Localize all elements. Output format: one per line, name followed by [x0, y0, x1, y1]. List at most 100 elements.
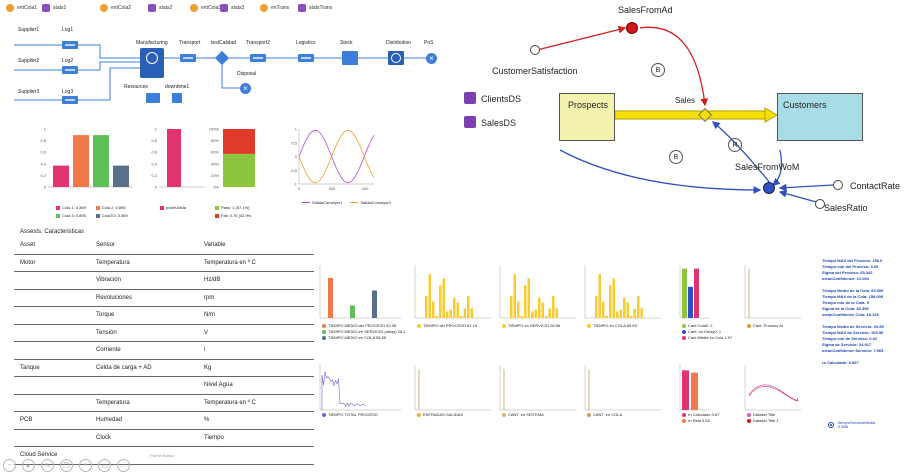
pass-fail-chart: 100% 80% 60% 40% 20% 0%	[205, 125, 270, 195]
log3-label: Log3	[62, 89, 73, 95]
table-header-cell: Asset	[20, 242, 35, 248]
y-tick-label: 20%	[211, 173, 219, 178]
legend-text: ENTRADAS-SALIDAS	[423, 412, 463, 417]
table-row: Vibración Hz/dB	[14, 272, 314, 290]
table-row: Nivel Agua	[14, 377, 314, 395]
series-line	[299, 130, 374, 182]
conveyor-output-line-chart: 10.50-0.5-10 200 400	[285, 125, 380, 195]
contact-rate-label: ContactRate	[850, 181, 900, 191]
y-tick-label: 1	[155, 127, 158, 132]
prospects-stock[interactable]: Prospects	[559, 93, 615, 141]
screen-icon[interactable]: ▭	[98, 459, 111, 472]
clock-icon	[146, 52, 158, 64]
stock-block[interactable]	[342, 51, 358, 65]
manufacturing-block[interactable]	[140, 48, 164, 78]
sales-from-ad-node[interactable]	[626, 22, 638, 34]
queue-bar	[113, 166, 129, 187]
table-row: Torque N/m	[14, 307, 314, 325]
y-tick-label: -0.5	[290, 168, 298, 173]
sales-from-wom-node[interactable]	[763, 182, 775, 194]
legend-item: CANT. en COLA	[587, 412, 622, 417]
sink-close-icon[interactable]: ×	[426, 53, 437, 64]
resources-icon[interactable]	[146, 93, 160, 103]
chart-legend: TIEMPO en COLA 60.63	[587, 323, 637, 329]
histogram-bar	[606, 316, 609, 318]
legend-swatch	[747, 419, 751, 423]
y-tick-label: 0	[155, 185, 158, 190]
zoom-in-icon[interactable]: +	[79, 459, 92, 472]
logistics-conveyor[interactable]	[298, 54, 314, 62]
x-tick-label: 0	[298, 186, 301, 191]
legend-swatch	[322, 413, 326, 417]
legend-swatch	[682, 419, 686, 423]
legend-item: Cant. Proceso Ar	[747, 323, 783, 328]
table-cell: V	[204, 330, 208, 336]
radio-icon	[828, 422, 834, 428]
legend-swatch	[587, 324, 591, 328]
balancing-loop-b2: B	[669, 150, 683, 164]
table-cell: Temperatura	[96, 400, 130, 406]
downtime-label: downtime1	[165, 84, 189, 90]
histogram-bar	[627, 303, 630, 318]
y-tick-label: 0%	[213, 185, 219, 190]
chart-bar	[372, 291, 377, 319]
customer-satisfaction-param-icon[interactable]	[530, 45, 540, 55]
dataset-icon[interactable]	[464, 116, 476, 128]
table-cell: Hz/dB	[204, 277, 220, 283]
disposal-close-icon[interactable]: ×	[240, 83, 251, 94]
legend-item: CANT. en SISTEMA	[502, 412, 544, 417]
contact-rate-param-icon[interactable]	[833, 180, 843, 190]
transport2-conveyor[interactable]	[250, 54, 266, 62]
distribution-block[interactable]	[388, 51, 404, 65]
dashboard-chart	[411, 363, 491, 413]
queue-legend: Cola 1: 0.369 Cola 2: 0.895 Cola 3: 0.895…	[56, 205, 156, 218]
legend-swatch	[417, 324, 421, 328]
table-row: Tensión V	[14, 325, 314, 343]
fail-bar-segment	[223, 129, 255, 154]
copy-icon[interactable]: ❐	[60, 459, 73, 472]
table-cell: Clock	[96, 435, 111, 441]
wrench-icon[interactable]	[172, 93, 182, 103]
dashboard-chart	[581, 263, 661, 321]
table-row: Corriente i	[14, 342, 314, 360]
y-tick-label: 1	[44, 127, 47, 132]
histogram-bar	[510, 296, 513, 318]
customers-stock[interactable]: Customers	[777, 93, 863, 141]
more-icon[interactable]: …	[117, 459, 130, 472]
histogram-bar	[545, 316, 548, 318]
legend-swatch	[502, 413, 506, 417]
play-icon[interactable]: ▸	[22, 459, 35, 472]
table-cell: Humedad	[96, 417, 122, 423]
chart-legend: TIEMPO MEDIO del PROCESO 82.06 TIEMPO MED…	[322, 323, 406, 341]
table-row: PCB Humedad%	[14, 412, 314, 430]
dataset-icon[interactable]	[464, 92, 476, 104]
histogram-bar	[549, 309, 552, 318]
legend-swatch	[417, 413, 421, 417]
legend-text: TIEMPO del PROCESO 61.15	[423, 323, 477, 328]
log2-conveyor[interactable]	[62, 66, 78, 74]
log1-conveyor[interactable]	[62, 41, 78, 49]
table-header-cell: Sensor	[96, 242, 115, 248]
y-tick-label: 0.8	[151, 138, 157, 143]
pos-label: PoS	[424, 40, 433, 46]
histogram-bar	[446, 311, 449, 318]
histogram-bar	[460, 316, 463, 318]
histogram-bar	[517, 302, 520, 318]
sales-from-wom-label: SalesFromWoM	[735, 162, 799, 172]
edit-icon[interactable]: ✎	[41, 459, 54, 472]
radio-service-media[interactable]: tiempoServicioMedia 0.566	[828, 421, 875, 429]
transport-conveyor[interactable]	[180, 54, 196, 62]
chart-legend: Cant Cola0: 2 Cant. en Delay0: 1 Cant Medi…	[682, 323, 732, 341]
legend-text: Cant Media en Cola 1.97	[688, 335, 732, 340]
manufacturing-label: Manufacturing	[136, 40, 168, 46]
legend-item: TIEMPO TOTAL PROCESO	[322, 412, 378, 417]
histogram-bar	[439, 285, 442, 318]
zoom-out-icon[interactable]: −	[3, 459, 16, 472]
stats-line: ro Calculado: 0.667	[822, 360, 907, 366]
histogram-bar	[528, 278, 531, 318]
table-cell: Temperatura en º C	[204, 400, 256, 406]
log3-conveyor[interactable]	[62, 96, 78, 104]
sine-legend: SalidaConveyor1 SalidaConveyor2	[302, 200, 391, 205]
legend-item: ENTRADAS-SALIDAS	[417, 412, 463, 417]
y-tick-label: 0.6	[40, 150, 46, 155]
